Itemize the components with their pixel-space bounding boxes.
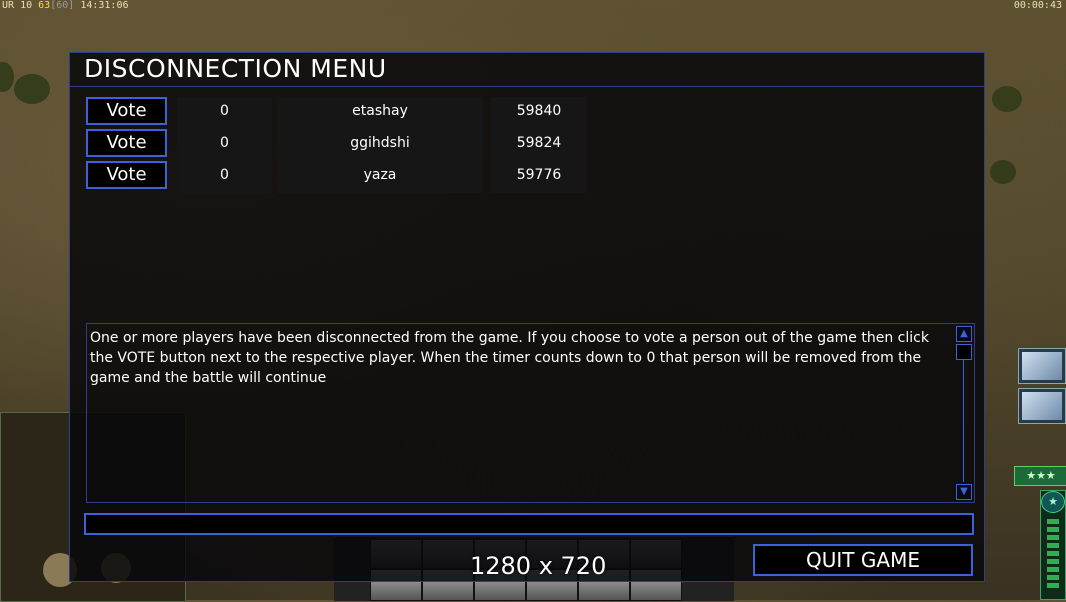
hud-fps-cap: [60] [50,0,75,11]
vote-count: 0 [177,97,272,129]
terrain-tree [990,160,1016,184]
player-timer: 59840 [491,97,587,129]
player-timer: 59824 [491,129,587,161]
hud-clock: 14:31:06 [80,0,129,11]
terrain-tree [992,86,1022,112]
hud-status-readout: UR 10 63[60] 14:31:06 [2,0,129,11]
game-timer: 00:00:43 [1013,0,1062,11]
vote-count: 0 [177,161,272,193]
quit-game-button[interactable]: QUIT GAME [753,544,973,576]
hud-fps: 63 [38,0,51,11]
rank-stars: ★★★ [1014,466,1066,486]
chat-input[interactable] [84,513,974,535]
message-scrollbar[interactable]: ▲ ▼ [956,326,972,500]
resolution-label: 1280 x 720 [470,552,607,580]
terrain-tree [14,74,50,104]
drone-power-button[interactable] [1018,388,1066,424]
disconnect-message: One or more players have been disconnect… [90,330,929,386]
player-name: ggihdshi [277,129,483,161]
general-star-icon[interactable]: ★ [1041,491,1065,513]
scroll-down-icon[interactable]: ▼ [956,484,972,500]
player-timer: 59776 [491,161,587,193]
scroll-thumb[interactable] [956,344,972,360]
vote-count: 0 [177,129,272,161]
player-name: etashay [277,97,483,129]
dialog-title: DISCONNECTION MENU [84,54,387,83]
hud-prefix: UR [2,0,15,11]
satellite-power-button[interactable] [1018,348,1066,384]
disconnection-dialog: DISCONNECTION MENU Vote 0 etashay 59840 … [69,52,985,582]
satellite-icon [1022,352,1062,380]
drone-icon [1022,392,1062,420]
hud-value-a: 10 [20,0,33,11]
player-name: yaza [277,161,483,193]
scroll-track [963,360,964,482]
vote-button[interactable]: Vote [86,97,167,125]
terrain-tree [0,62,14,92]
vote-button[interactable]: Vote [86,129,167,157]
message-box: One or more players have been disconnect… [86,323,975,503]
scroll-up-icon[interactable]: ▲ [956,326,972,342]
title-divider [70,86,984,87]
vote-button[interactable]: Vote [86,161,167,189]
